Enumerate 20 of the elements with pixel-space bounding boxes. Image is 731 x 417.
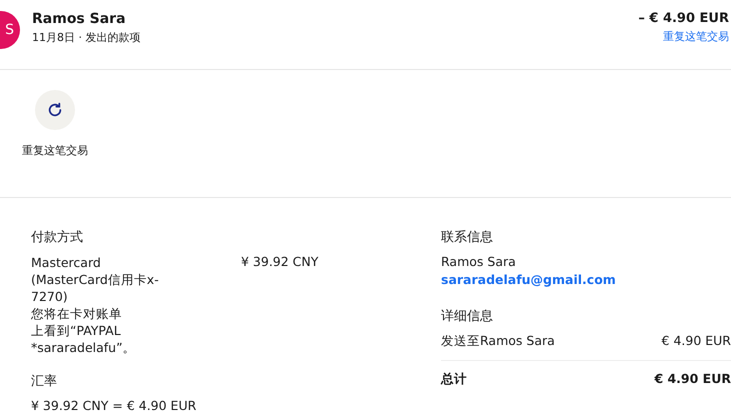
repeat-action-button[interactable]: 重复这笔交易 bbox=[22, 90, 88, 197]
detail-label: 总计 bbox=[441, 371, 467, 388]
section-heading: 汇率 bbox=[31, 373, 58, 390]
detail-label: 发送至Ramos Sara bbox=[441, 333, 555, 350]
payee-name: Ramos Sara bbox=[32, 11, 127, 27]
detail-amount: € 4.90 EUR bbox=[662, 333, 731, 350]
section-heading: 详细信息 bbox=[441, 308, 494, 325]
payment-amount: ¥ 39.92 CNY bbox=[241, 254, 318, 271]
refresh-icon bbox=[47, 102, 63, 118]
avatar: S bbox=[0, 11, 20, 49]
payment-method: Mastercard (MasterCard信用卡x- 7270) 您将在卡对账单 上看到“PAYPAL *sararadelafu”。 bbox=[31, 254, 160, 356]
email-link[interactable]: sararadelafu@gmail.com bbox=[441, 272, 731, 287]
transaction-date-type: 11月8日 · 发出的款项 bbox=[32, 30, 142, 45]
section-heading: 联系信息 bbox=[441, 229, 494, 246]
contact-name: Ramos Sara bbox=[441, 254, 517, 269]
exchange-rate: ¥ 39.92 CNY = € 4.90 EUR bbox=[31, 398, 198, 413]
section-heading: 付款方式 bbox=[31, 229, 84, 246]
transaction-amount: – € 4.90 EUR bbox=[638, 11, 729, 26]
detail-amount: € 4.90 EUR bbox=[654, 371, 731, 388]
repeat-transaction-link[interactable]: 重复这笔交易 bbox=[663, 29, 729, 44]
